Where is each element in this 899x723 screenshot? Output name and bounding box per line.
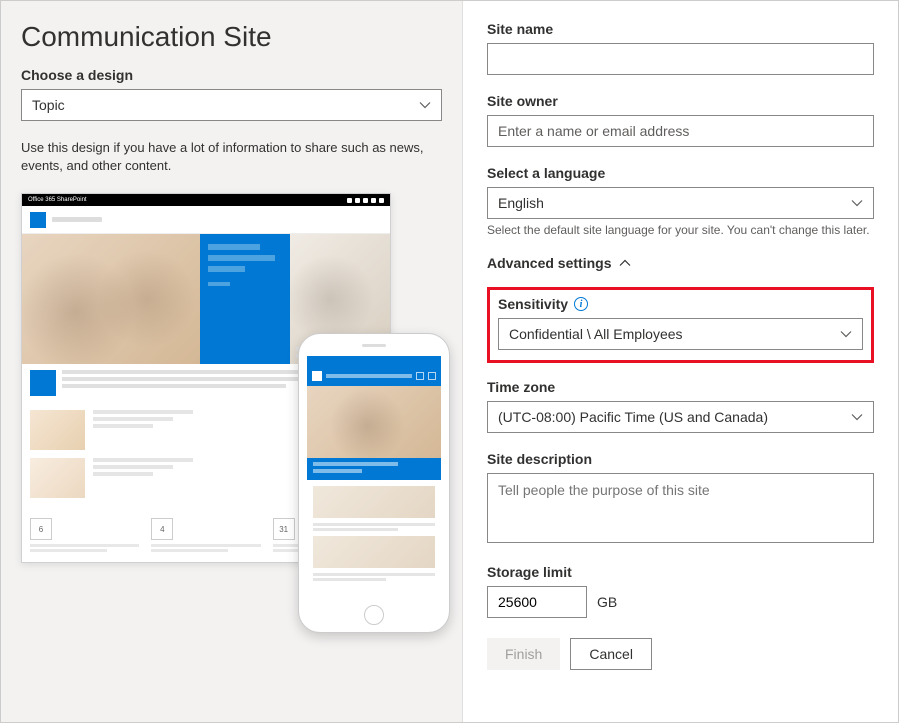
site-name-label: Site name	[487, 21, 874, 37]
design-dropdown[interactable]: Topic	[21, 89, 442, 121]
language-label: Select a language	[487, 165, 874, 181]
design-preview: Office 365 SharePoint	[21, 193, 442, 633]
chevron-down-icon	[851, 411, 863, 423]
sensitivity-highlight: Sensitivity i Confidential \ All Employe…	[487, 287, 874, 363]
description-textarea[interactable]	[487, 473, 874, 543]
timezone-value: (UTC-08:00) Pacific Time (US and Canada)	[498, 409, 768, 425]
chevron-up-icon	[619, 257, 631, 269]
storage-unit: GB	[597, 594, 617, 610]
timezone-dropdown[interactable]: (UTC-08:00) Pacific Time (US and Canada)	[487, 401, 874, 433]
design-label: Choose a design	[21, 67, 442, 83]
site-name-input[interactable]	[487, 43, 874, 75]
page-title: Communication Site	[21, 21, 442, 53]
advanced-settings-toggle[interactable]: Advanced settings	[487, 255, 874, 271]
chevron-down-icon	[419, 99, 431, 111]
cal-day-2: 4	[151, 518, 173, 540]
site-owner-input[interactable]	[487, 115, 874, 147]
cal-day-3: 31	[273, 518, 295, 540]
chevron-down-icon	[840, 328, 852, 340]
cancel-button[interactable]: Cancel	[570, 638, 652, 670]
site-owner-label: Site owner	[487, 93, 874, 109]
sensitivity-value: Confidential \ All Employees	[509, 326, 683, 342]
language-dropdown[interactable]: English	[487, 187, 874, 219]
language-hint: Select the default site language for you…	[487, 223, 874, 237]
left-panel: Communication Site Choose a design Topic…	[1, 1, 463, 722]
cal-day-1: 6	[30, 518, 52, 540]
info-icon[interactable]: i	[574, 297, 588, 311]
description-label: Site description	[487, 451, 874, 467]
storage-label: Storage limit	[487, 564, 874, 580]
preview-topbar-text: Office 365 SharePoint	[28, 197, 87, 203]
right-panel: Site name Site owner Select a language E…	[463, 1, 898, 722]
storage-input[interactable]	[487, 586, 587, 618]
chevron-down-icon	[851, 197, 863, 209]
sensitivity-label: Sensitivity	[498, 296, 568, 312]
design-hint: Use this design if you have a lot of inf…	[21, 139, 442, 175]
finish-button[interactable]: Finish	[487, 638, 560, 670]
design-value: Topic	[32, 97, 65, 113]
advanced-label: Advanced settings	[487, 255, 611, 271]
timezone-label: Time zone	[487, 379, 874, 395]
language-value: English	[498, 195, 544, 211]
phone-preview	[298, 333, 450, 633]
sensitivity-dropdown[interactable]: Confidential \ All Employees	[498, 318, 863, 350]
